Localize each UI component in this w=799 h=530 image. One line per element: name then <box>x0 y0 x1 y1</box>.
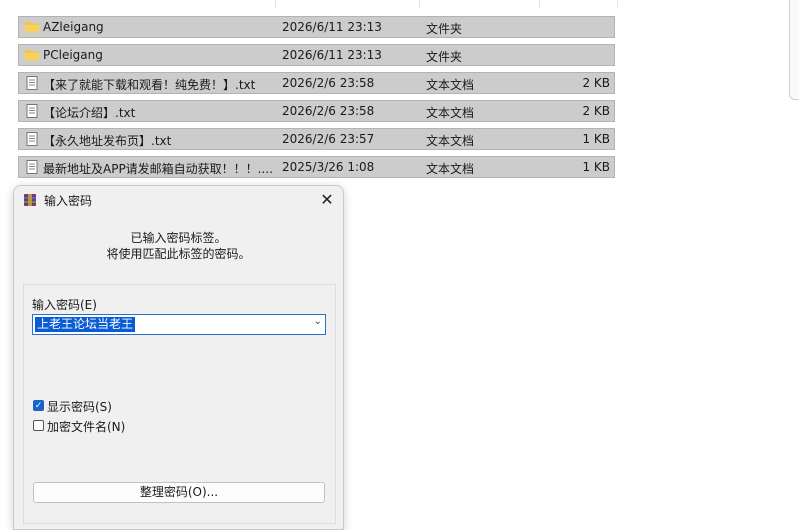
column-divider <box>419 0 420 8</box>
file-size: 2 KB <box>582 76 610 90</box>
password-label: 输入密码(E) <box>32 298 97 312</box>
file-row[interactable]: 【永久地址发布页】.txt 2026/2/6 23:57 文本文档 1 KB <box>18 128 615 150</box>
file-type: 文本文档 <box>426 162 475 176</box>
file-row[interactable]: AZleigang 2026/6/11 23:13 文件夹 <box>18 16 615 38</box>
show-password-checkbox[interactable]: ✓ <box>33 400 44 411</box>
file-type: 文件夹 <box>426 22 463 36</box>
file-type: 文本文档 <box>426 106 475 120</box>
password-combobox[interactable]: 上老王论坛当老王 ⌄ <box>32 314 326 335</box>
file-name[interactable]: 最新地址及APP请发邮箱自动获取！！！.... <box>43 160 273 177</box>
column-divider <box>539 0 540 8</box>
file-date: 2026/2/6 23:58 <box>282 104 375 118</box>
file-name[interactable]: 【论坛介绍】.txt <box>43 104 135 121</box>
dialog-message-line2: 将使用匹配此标签的密码。 <box>106 247 251 261</box>
file-name[interactable]: AZleigang <box>43 20 104 34</box>
side-panel-edge <box>789 0 799 100</box>
column-divider <box>275 0 276 8</box>
file-type: 文本文档 <box>426 134 475 148</box>
file-size: 1 KB <box>582 132 610 146</box>
file-row[interactable]: PCleigang 2026/6/11 23:13 文件夹 <box>18 44 615 66</box>
file-date: 2026/6/11 23:13 <box>282 20 382 34</box>
file-name[interactable]: PCleigang <box>43 48 103 62</box>
encrypt-filenames-label[interactable]: 加密文件名(N) <box>47 418 125 435</box>
folder-icon <box>24 20 40 34</box>
file-row[interactable]: 【来了就能下载和观看！纯免费！】.txt 2026/2/6 23:58 文本文档 2 … <box>18 72 615 94</box>
file-name[interactable]: 【永久地址发布页】.txt <box>43 132 171 149</box>
text-file-icon <box>24 76 40 90</box>
file-size: 1 KB <box>582 160 610 174</box>
file-size: 2 KB <box>582 104 610 118</box>
password-field[interactable]: 上老王论坛当老王 <box>35 317 136 332</box>
file-row[interactable]: 最新地址及APP请发邮箱自动获取！！！.... 2025/3/26 1:08 文本文… <box>18 156 615 178</box>
file-date: 2026/6/11 23:13 <box>282 48 382 62</box>
password-dialog: 输入密码 ✕ 已输入密码标签。 将使用匹配此标签的密码。 输入密码(E) 上老王… <box>13 185 344 530</box>
text-file-icon <box>24 160 40 174</box>
file-name[interactable]: 【来了就能下载和观看！纯免费！】.txt <box>43 76 255 93</box>
folder-icon <box>24 48 40 62</box>
file-date: 2026/2/6 23:57 <box>282 132 375 146</box>
column-divider <box>617 0 618 8</box>
file-date: 2026/2/6 23:58 <box>282 76 375 90</box>
encrypt-filenames-checkbox[interactable] <box>33 420 44 431</box>
winrar-icon <box>24 194 36 206</box>
close-icon[interactable]: ✕ <box>317 190 337 210</box>
file-type: 文本文档 <box>426 78 475 92</box>
show-password-label[interactable]: 显示密码(S) <box>47 398 112 415</box>
chevron-down-icon[interactable]: ⌄ <box>314 316 322 327</box>
text-file-icon <box>24 132 40 146</box>
file-date: 2025/3/26 1:08 <box>282 160 375 174</box>
file-type: 文件夹 <box>426 50 463 64</box>
organize-passwords-button[interactable]: 整理密码(O)... <box>33 482 325 503</box>
text-file-icon <box>24 104 40 118</box>
dialog-title: 输入密码 <box>44 194 93 208</box>
dialog-message-line1: 已输入密码标签。 <box>130 231 227 245</box>
file-row[interactable]: 【论坛介绍】.txt 2026/2/6 23:58 文本文档 2 KB <box>18 100 615 122</box>
